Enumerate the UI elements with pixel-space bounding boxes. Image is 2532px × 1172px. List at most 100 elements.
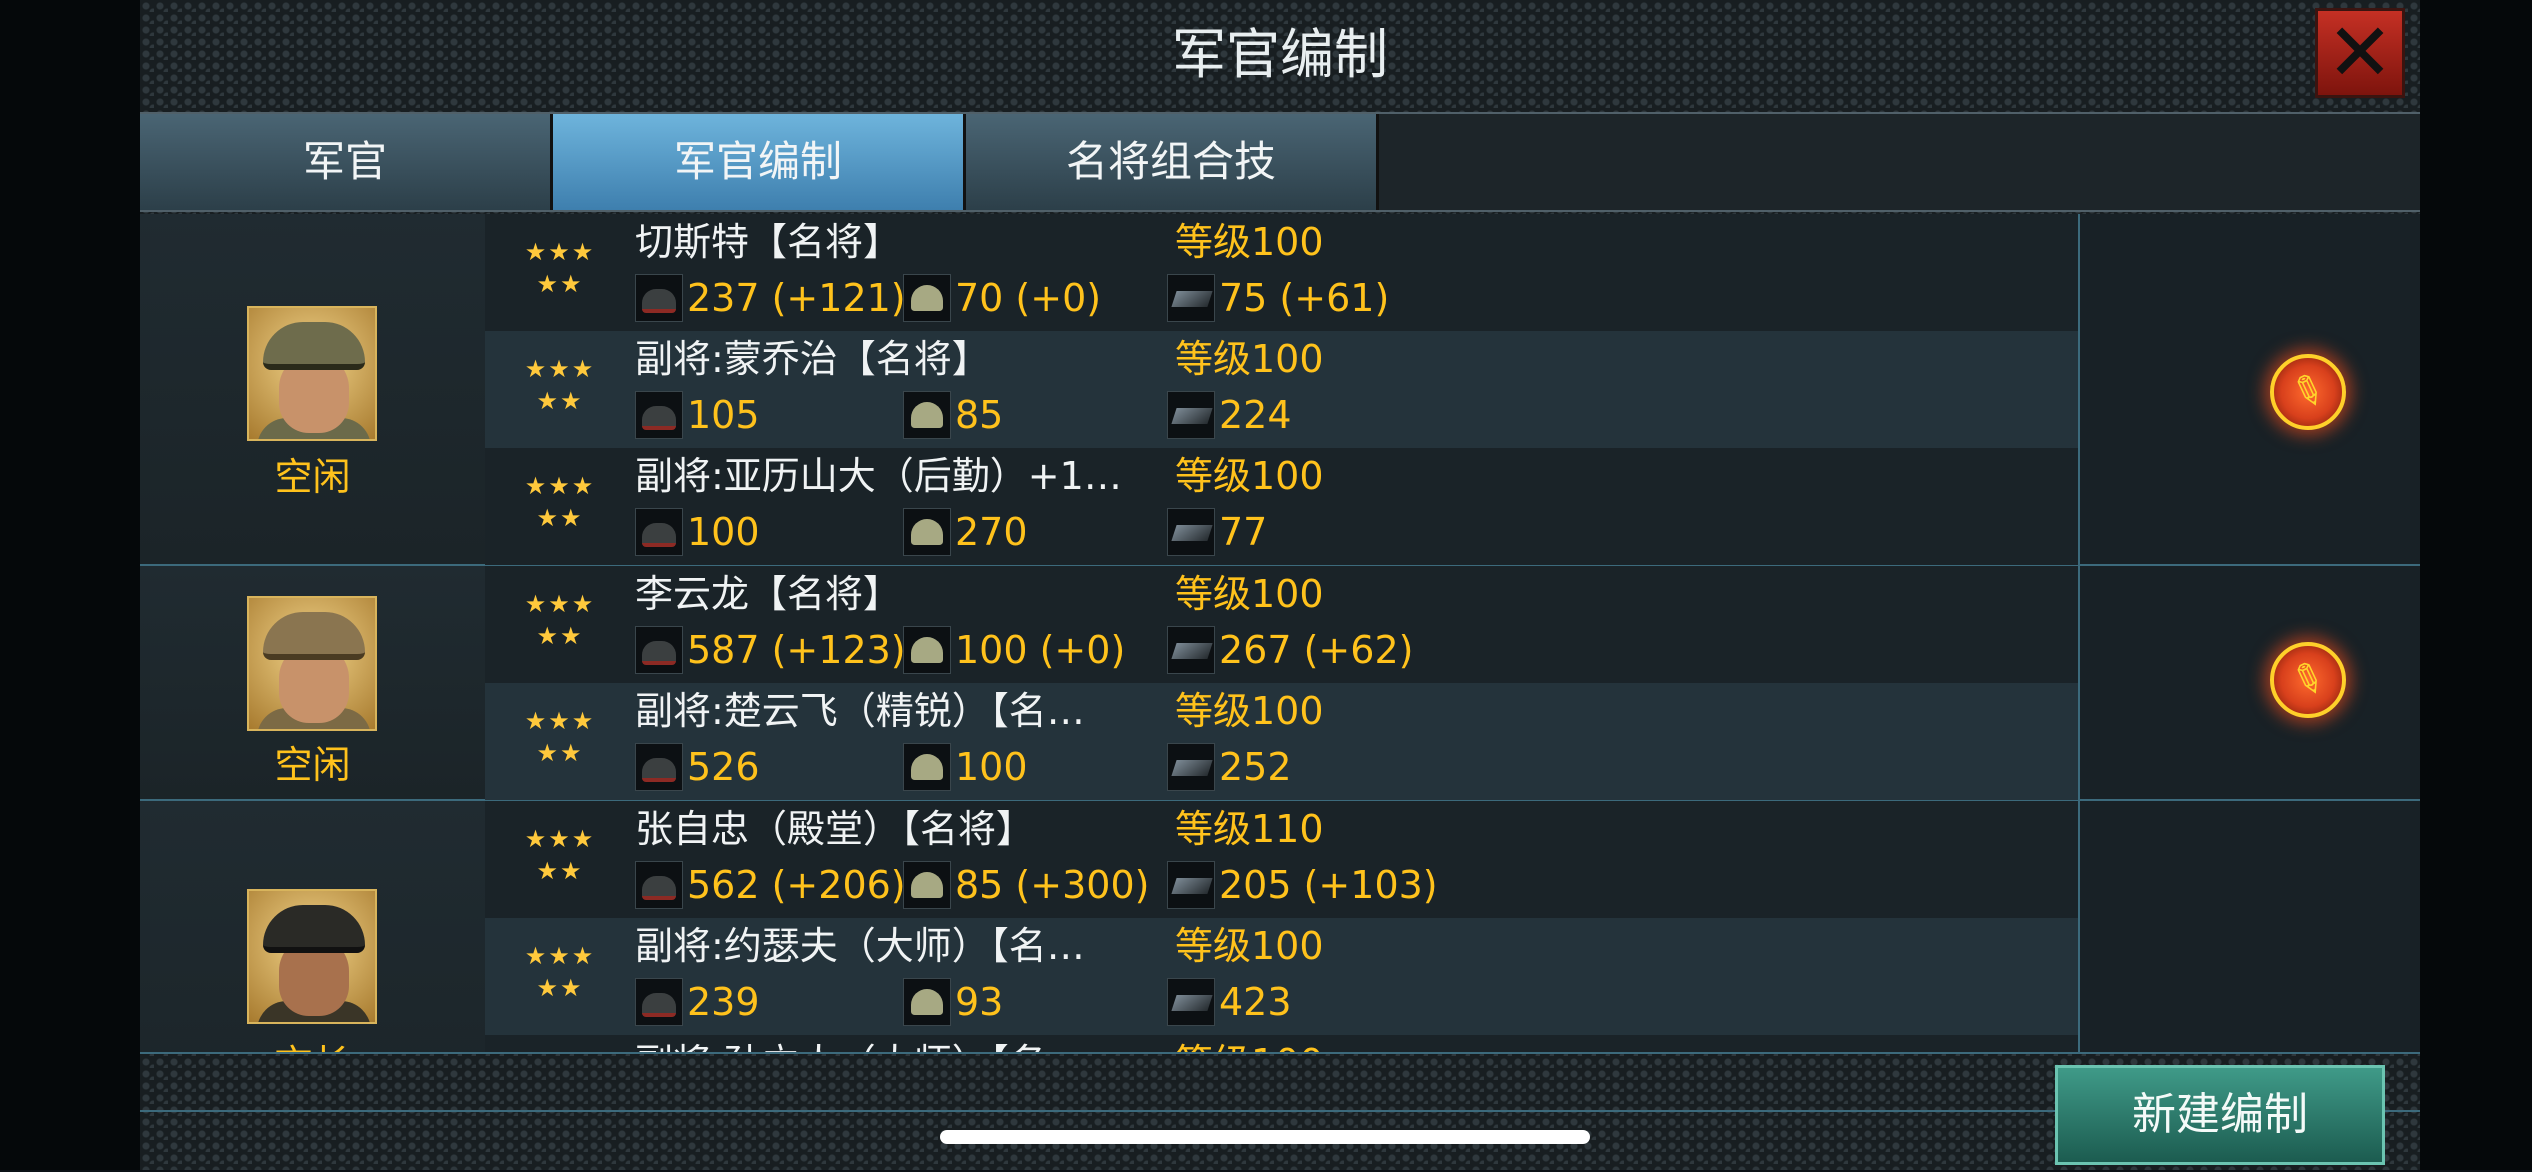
star-rating: ★★★ ★★ bbox=[524, 590, 596, 650]
stat-tank: 562 (+206) bbox=[635, 859, 906, 911]
officer-level: 等级100 bbox=[1175, 454, 1324, 498]
stat-value: 75 (+61) bbox=[1219, 276, 1390, 320]
star-rating: ★★★ ★★ bbox=[524, 707, 596, 767]
stat-value: 205 (+103) bbox=[1219, 863, 1438, 907]
officer-name: 副将:约瑟夫（大师）【名… bbox=[635, 924, 1085, 968]
stat-infantry: 70 (+0) bbox=[903, 272, 1101, 324]
officer-row: ★★★ ★★ 副将:孙立人（大师）【名… 等级100 bbox=[485, 1035, 2078, 1052]
tab-officers[interactable]: 军官 bbox=[140, 114, 553, 210]
officer-name: 副将:亚历山大（后勤）+1… bbox=[635, 454, 1122, 498]
left-dark-margin bbox=[0, 0, 140, 1170]
star-rating: ★★★ ★★ bbox=[524, 825, 596, 885]
tab-officer-formation[interactable]: 军官编制 bbox=[553, 114, 966, 210]
stat-navy: 224 bbox=[1167, 389, 1292, 441]
stat-value: 100 bbox=[955, 745, 1028, 789]
officer-level: 等级100 bbox=[1175, 1037, 1324, 1052]
action-cell bbox=[2078, 801, 2420, 1052]
stat-tank: 239 bbox=[635, 976, 760, 1028]
commander-status: 空闲 bbox=[274, 455, 351, 499]
stat-infantry: 100 bbox=[903, 741, 1028, 793]
star-rating: ★★★ ★★ bbox=[524, 942, 596, 1002]
right-dark-margin bbox=[2420, 0, 2532, 1170]
formation-group: 空闲 ★★★ ★★ 李云龙【名将】 等级100 587 (+123) 100 (… bbox=[140, 566, 2420, 801]
helmet-icon bbox=[903, 626, 951, 674]
helmet-icon bbox=[903, 861, 951, 909]
officer-name: 副将:楚云飞（精锐）【名… bbox=[635, 689, 1085, 733]
edit-formation-button[interactable]: ✎ bbox=[2270, 642, 2346, 718]
close-x-icon: ✕ bbox=[2326, 6, 2394, 99]
stat-value: 270 bbox=[955, 510, 1028, 554]
tank-icon bbox=[635, 978, 683, 1026]
officer-level: 等级100 bbox=[1175, 572, 1324, 616]
stat-infantry: 270 bbox=[903, 506, 1028, 558]
stat-tank: 100 bbox=[635, 506, 760, 558]
commander-avatar[interactable] bbox=[247, 889, 377, 1024]
warship-icon bbox=[1167, 743, 1215, 791]
stat-infantry: 100 (+0) bbox=[903, 624, 1125, 676]
stat-value: 85 (+300) bbox=[955, 863, 1150, 907]
stat-tank: 105 bbox=[635, 389, 760, 441]
edit-formation-button[interactable]: ✎ bbox=[2270, 354, 2346, 430]
officer-row: ★★★ ★★ 切斯特【名将】 等级100 237 (+121) 70 (+0) … bbox=[485, 214, 2078, 331]
new-formation-button[interactable]: 新建编制 bbox=[2055, 1065, 2385, 1165]
officer-level: 等级110 bbox=[1175, 807, 1324, 851]
stat-navy: 75 (+61) bbox=[1167, 272, 1389, 324]
stat-value: 526 bbox=[687, 745, 760, 789]
stat-value: 562 (+206) bbox=[687, 863, 906, 907]
stat-value: 252 bbox=[1219, 745, 1292, 789]
officer-row: ★★★ ★★ 副将:亚历山大（后勤）+1… 等级100 100 270 77 bbox=[485, 448, 2078, 565]
stat-value: 224 bbox=[1219, 393, 1292, 437]
officer-name: 副将:蒙乔治【名将】 bbox=[635, 337, 990, 381]
officer-name: 副将:孙立人（大师）【名… bbox=[635, 1037, 1085, 1052]
commander-avatar[interactable] bbox=[247, 596, 377, 731]
stat-value: 237 (+121) bbox=[687, 276, 906, 320]
commander-cell: 空闲 bbox=[140, 566, 487, 799]
officer-row: ★★★ ★★ 副将:约瑟夫（大师）【名… 等级100 239 93 423 bbox=[485, 918, 2078, 1035]
tank-icon bbox=[635, 743, 683, 791]
stat-value: 267 (+62) bbox=[1219, 628, 1414, 672]
formation-list[interactable]: 空闲 ★★★ ★★ 切斯特【名将】 等级100 237 (+121) 70 (+… bbox=[140, 212, 2420, 1052]
home-indicator[interactable] bbox=[940, 1130, 1590, 1144]
stat-navy: 423 bbox=[1167, 976, 1292, 1028]
officer-name: 切斯特【名将】 bbox=[635, 220, 902, 264]
officer-name: 张自忠（殿堂）【名将】 bbox=[635, 807, 1035, 851]
helmet-icon bbox=[903, 391, 951, 439]
officer-level: 等级100 bbox=[1175, 337, 1324, 381]
officer-row: ★★★ ★★ 副将:蒙乔治【名将】 等级100 105 85 224 bbox=[485, 331, 2078, 448]
stat-value: 77 bbox=[1219, 510, 1268, 554]
stat-tank: 526 bbox=[635, 741, 760, 793]
warship-icon bbox=[1167, 626, 1215, 674]
stat-value: 100 (+0) bbox=[955, 628, 1126, 672]
stat-infantry: 85 (+300) bbox=[903, 859, 1149, 911]
dialog-title: 军官编制 bbox=[1172, 23, 1388, 86]
stat-navy: 205 (+103) bbox=[1167, 859, 1438, 911]
helmet-icon bbox=[903, 508, 951, 556]
star-rating: ★★★ ★★ bbox=[524, 238, 596, 298]
commander-status: 空闲 bbox=[274, 743, 351, 787]
stat-tank: 237 (+121) bbox=[635, 272, 906, 324]
tank-icon bbox=[635, 274, 683, 322]
warship-icon bbox=[1167, 274, 1215, 322]
stat-value: 93 bbox=[955, 980, 1004, 1024]
warship-icon bbox=[1167, 978, 1215, 1026]
action-cell bbox=[2078, 214, 2420, 564]
action-cell bbox=[2078, 566, 2420, 799]
helmet-icon bbox=[903, 274, 951, 322]
stat-navy: 77 bbox=[1167, 506, 1267, 558]
tab-general-combo-skills[interactable]: 名将组合技 bbox=[966, 114, 1379, 210]
close-button[interactable]: ✕ bbox=[2315, 8, 2405, 98]
stat-value: 239 bbox=[687, 980, 760, 1024]
stat-infantry: 93 bbox=[903, 976, 1003, 1028]
stat-infantry: 85 bbox=[903, 389, 1003, 441]
tank-icon bbox=[635, 508, 683, 556]
tab-bar: 军官 军官编制 名将组合技 bbox=[140, 112, 2420, 212]
officer-row: ★★★ ★★ 李云龙【名将】 等级100 587 (+123) 100 (+0)… bbox=[485, 566, 2078, 683]
warship-icon bbox=[1167, 391, 1215, 439]
commander-avatar[interactable] bbox=[247, 306, 377, 441]
tank-icon bbox=[635, 391, 683, 439]
stat-value: 100 bbox=[687, 510, 760, 554]
stat-value: 423 bbox=[1219, 980, 1292, 1024]
star-rating: ★★★ ★★ bbox=[524, 472, 596, 532]
officer-name: 李云龙【名将】 bbox=[635, 572, 902, 616]
commander-cell: 市长 bbox=[140, 801, 487, 1052]
